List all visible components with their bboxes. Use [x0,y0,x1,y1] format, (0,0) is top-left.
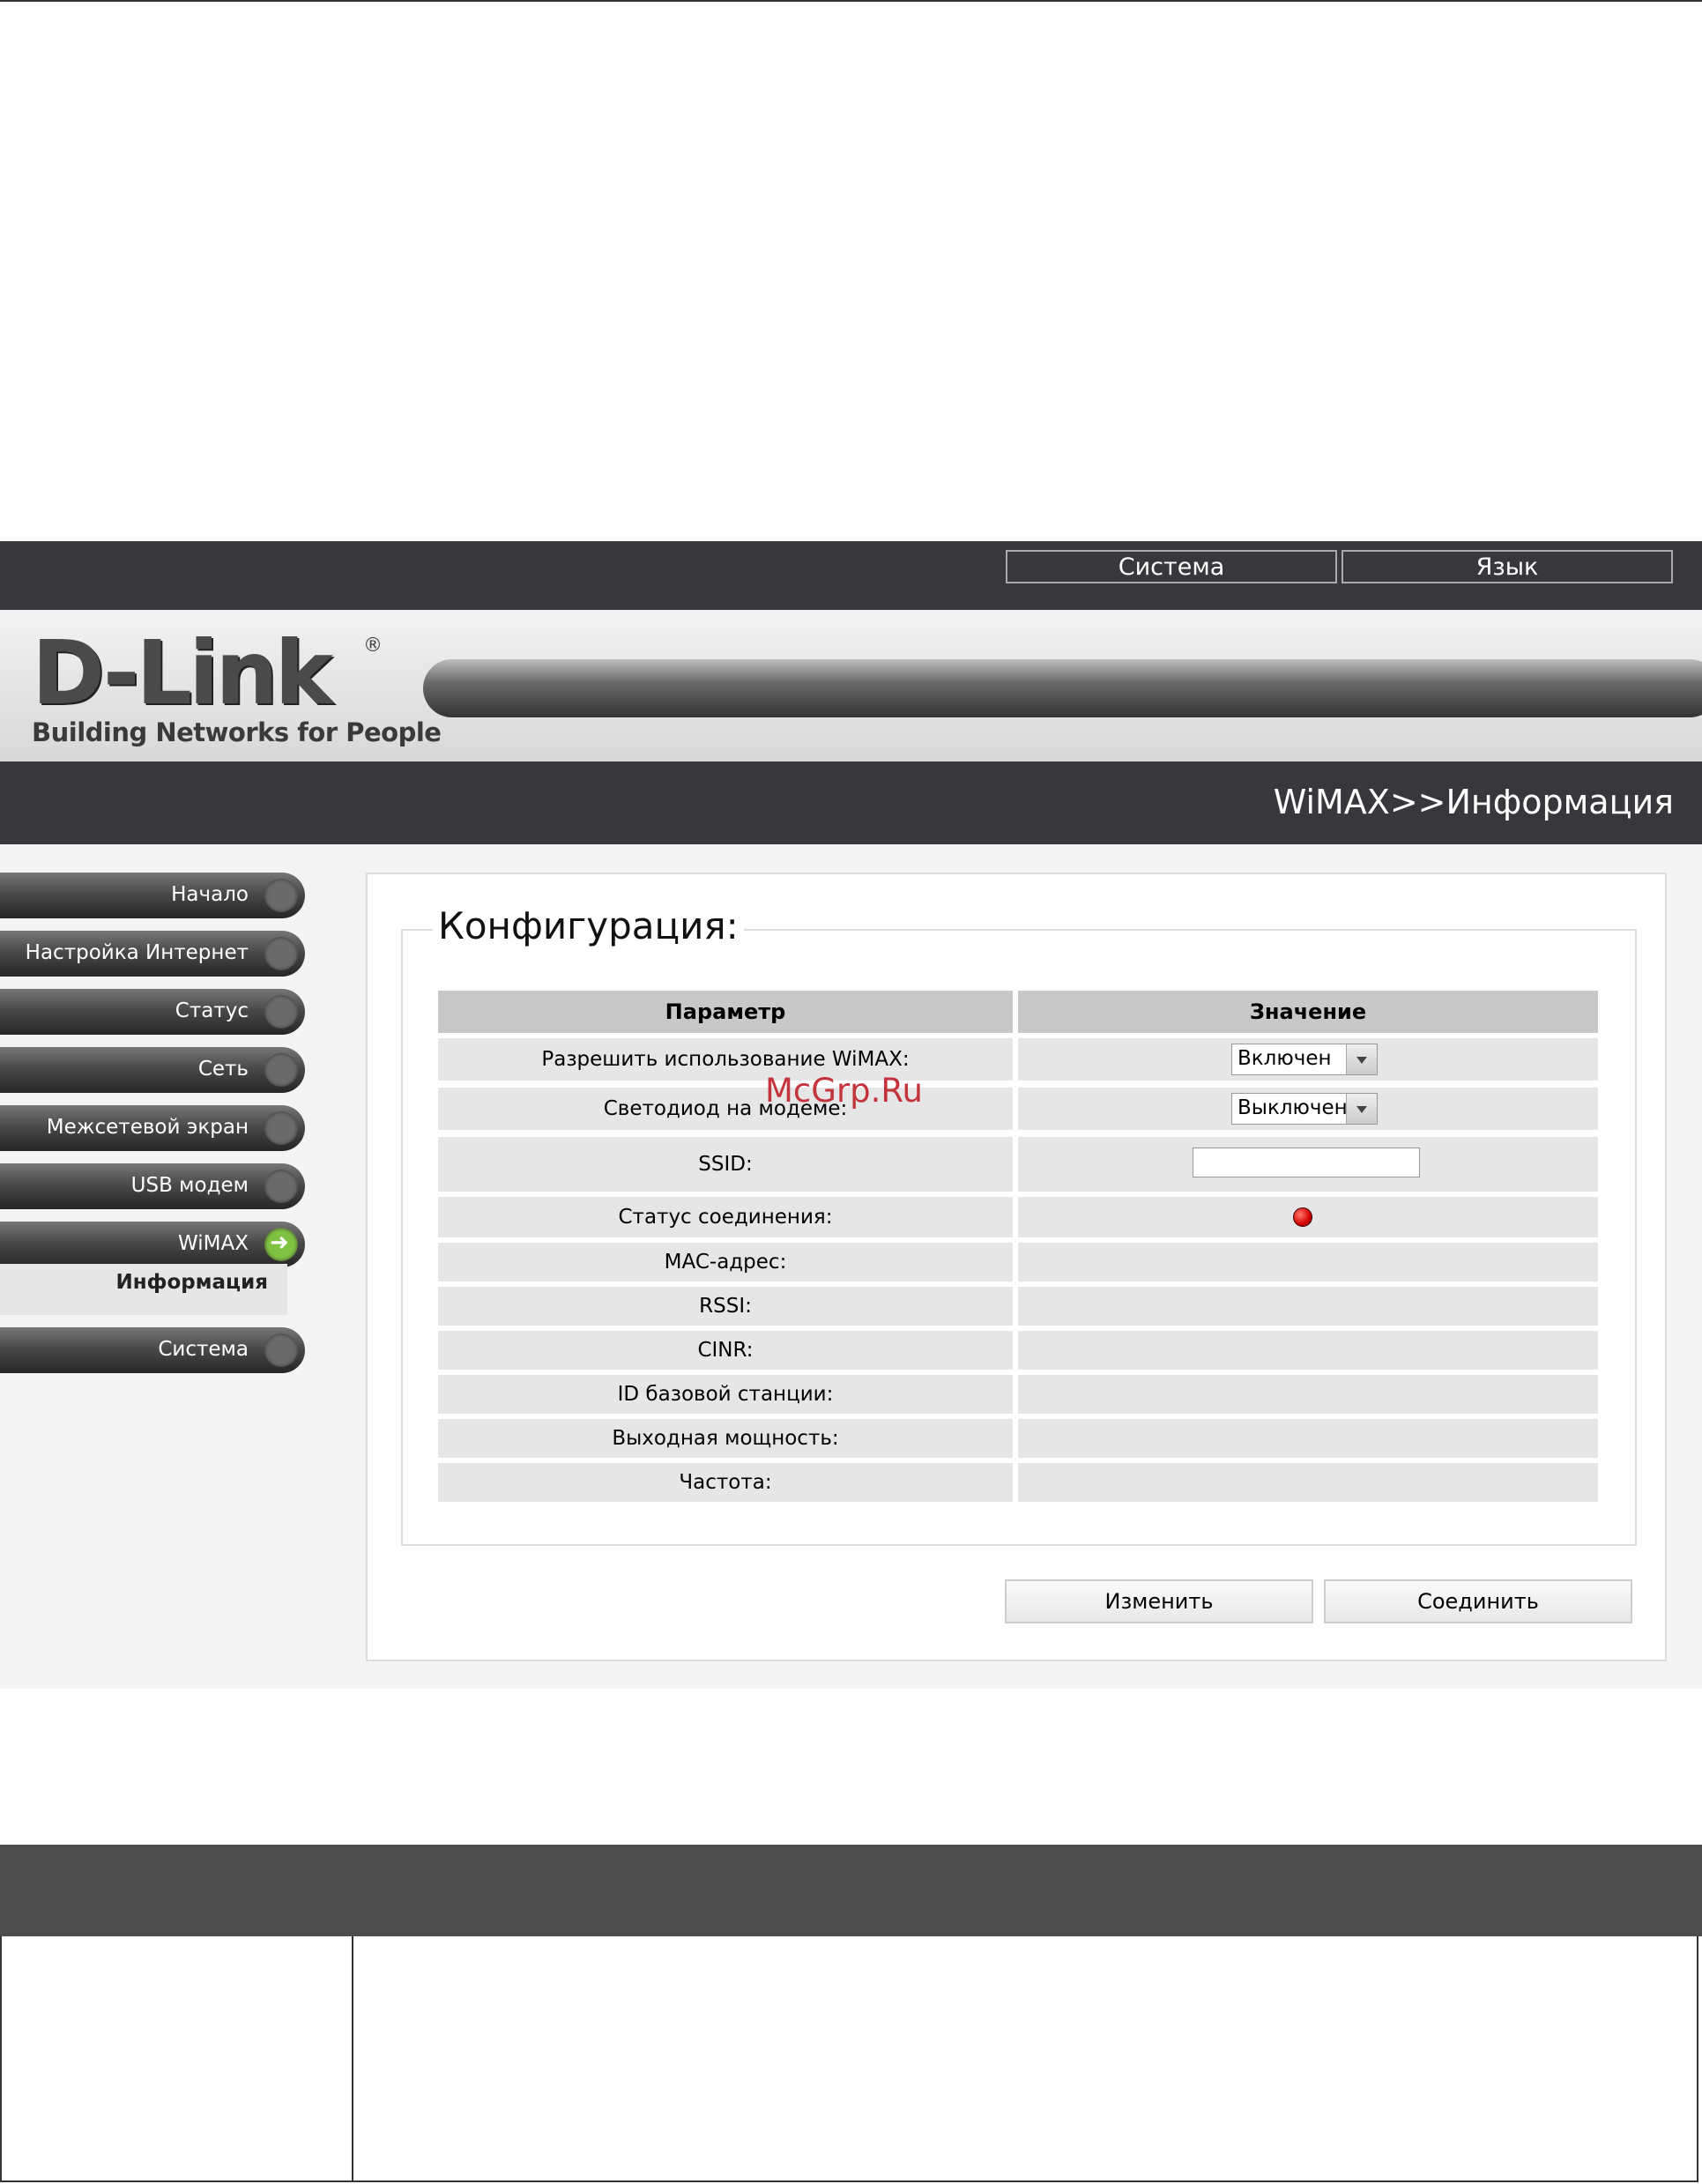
document-table-body [0,1936,1698,2182]
table-row: Разрешить использование WiMAX: Включен [438,1038,1598,1081]
sidebar-item-label: Система [158,1338,249,1361]
param-label: Статус соединения: [438,1197,1013,1237]
value-cell [1018,1375,1598,1414]
value-cell [1018,1287,1598,1326]
arrow-right-icon [264,1228,298,1261]
watermark-text: McGrp.Ru [765,1072,923,1110]
connect-button[interactable]: Соединить [1324,1579,1632,1623]
sidebar-item-label: Межсетевой экран [46,1116,249,1139]
value-cell [1018,1419,1598,1458]
table-column-divider [352,1936,353,2180]
sidebar-item-start[interactable]: Начало [0,873,305,918]
table-row: MAC-адрес: [438,1243,1598,1281]
chevron-down-icon[interactable] [1346,1094,1377,1124]
top-menu-bar: Система Язык [0,541,1702,610]
router-web-ui: Система Язык D-Link ® Building Networks … [0,541,1702,1689]
sidebar-item-label: Статус [175,999,249,1022]
config-legend: Конфигурация: [433,904,744,947]
param-label: RSSI: [438,1287,1013,1326]
chevron-down-icon[interactable] [1346,1044,1377,1074]
breadcrumb: WiMAX>>Информация [1273,783,1674,821]
sidebar-item-label: Сеть [197,1058,249,1081]
header-value: Значение [1018,991,1598,1033]
arrow-right-icon [264,937,298,970]
change-button[interactable]: Изменить [1005,1579,1313,1623]
page-top-rule [0,0,1702,2]
sidebar-item-label: USB модем [130,1174,249,1197]
value-cell: Включен [1018,1038,1598,1081]
arrow-right-icon [264,1111,298,1145]
sidebar-item-network[interactable]: Сеть [0,1047,305,1093]
logo-banner: D-Link ® Building Networks for People [0,610,1702,761]
table-row: Светодиод на модеме: Выключен [438,1088,1598,1130]
wimax-enable-select[interactable]: Включен [1231,1044,1378,1075]
arrow-right-icon [264,1333,298,1367]
arrow-right-icon [264,995,298,1029]
ssid-input[interactable] [1193,1148,1420,1177]
table-row: RSSI: [438,1287,1598,1326]
param-label: Разрешить использование WiMAX: [438,1038,1013,1081]
sidebar-submenu-wimax: Информация [0,1264,287,1315]
arrow-right-icon [264,879,298,912]
value-cell [1018,1243,1598,1281]
param-label: MAC-адрес: [438,1243,1013,1281]
main-panel: Конфигурация: Параметр Значение Разрешит… [366,873,1667,1661]
sidebar-item-label: Настройка Интернет [25,941,249,964]
param-label: SSID: [438,1137,1013,1192]
table-row: Частота: [438,1463,1598,1502]
breadcrumb-bar: WiMAX>>Информация [0,761,1702,844]
document-table-header [0,1845,1702,1936]
value-cell: Выключен [1018,1088,1598,1130]
value-cell [1018,1197,1598,1237]
sidebar-item-firewall[interactable]: Межсетевой экран [0,1105,305,1151]
language-menu-button[interactable]: Язык [1342,550,1673,583]
select-value: Выключен [1237,1096,1348,1119]
modem-led-select[interactable]: Выключен [1231,1093,1378,1125]
dlink-logo: D-Link ® Building Networks for People [32,629,442,748]
logo-tagline: Building Networks for People [32,717,442,747]
table-row: Статус соединения: [438,1197,1598,1237]
table-row: SSID: [438,1137,1598,1192]
sidebar-item-system[interactable]: Система [0,1327,305,1373]
decorative-banner-bar [423,659,1702,717]
select-value: Включен [1237,1047,1332,1070]
arrow-right-icon [264,1170,298,1203]
sidebar-item-internet-setup[interactable]: Настройка Интернет [0,931,305,977]
param-label: Выходная мощность: [438,1419,1013,1458]
table-header-row: Параметр Значение [438,991,1598,1033]
sidebar-item-label: Начало [171,883,249,906]
sidebar-item-label: WiMAX [178,1232,249,1255]
table-row: Выходная мощность: [438,1419,1598,1458]
value-cell [1018,1331,1598,1370]
sidebar-item-usb-modem[interactable]: USB модем [0,1163,305,1209]
connection-status-led-icon [1293,1207,1312,1227]
table-row: CINR: [438,1331,1598,1370]
config-fieldset: Конфигурация: Параметр Значение Разрешит… [401,904,1637,1546]
param-label: Светодиод на модеме: [438,1088,1013,1130]
system-menu-button[interactable]: Система [1006,550,1337,583]
value-cell [1018,1463,1598,1502]
sidebar-item-status[interactable]: Статус [0,989,305,1035]
param-label: ID базовой станции: [438,1375,1013,1414]
arrow-right-icon [264,1053,298,1087]
sidebar-item-wimax[interactable]: WiMAX [0,1222,305,1267]
value-cell [1018,1137,1598,1192]
sidebar-subitem-information[interactable]: Информация [116,1271,268,1294]
param-label: Частота: [438,1463,1013,1502]
logo-registered-mark: ® [363,635,383,657]
header-param: Параметр [438,991,1013,1033]
table-row: ID базовой станции: [438,1375,1598,1414]
param-label: CINR: [438,1331,1013,1370]
